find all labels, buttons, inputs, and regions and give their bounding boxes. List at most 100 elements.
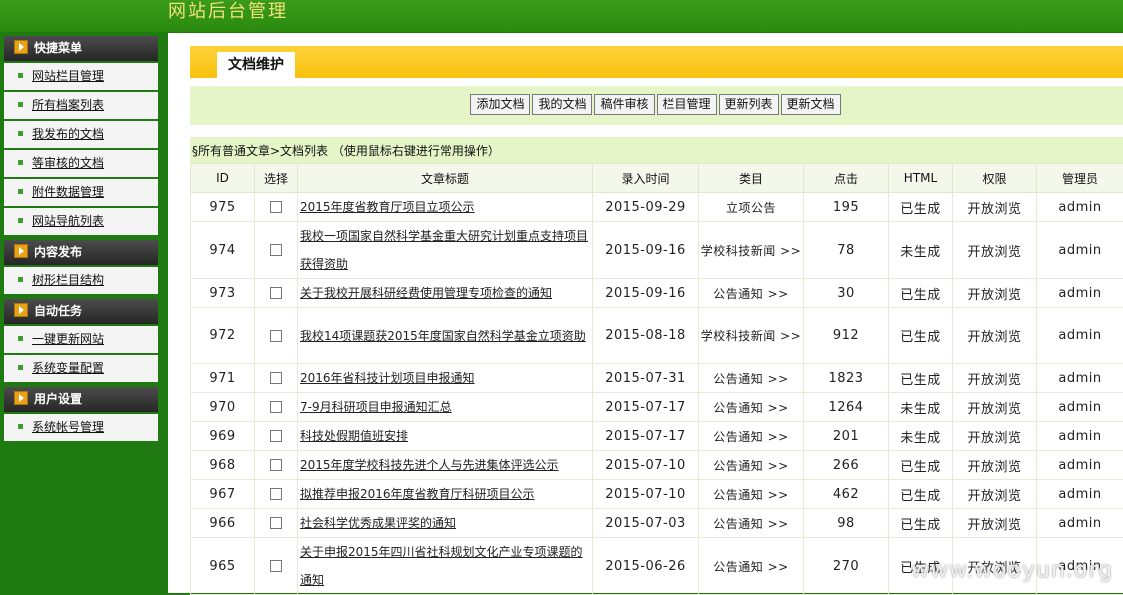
cell-id: 971 xyxy=(191,364,255,393)
cell-title-link[interactable]: 我校一项国家自然科学基金重大研究计划重点支持项目获得资助 xyxy=(298,222,593,279)
cell-title-link-text[interactable]: 我校一项国家自然科学基金重大研究计划重点支持项目获得资助 xyxy=(300,229,588,271)
cell-title-link[interactable]: 科技处假期值班安排 xyxy=(298,422,593,451)
toolbar-button[interactable]: 添加文档 xyxy=(470,94,530,115)
menu-group: 快捷菜单网站栏目管理所有档案列表我发布的文档等审核的文档附件数据管理网站导航列表 xyxy=(4,36,158,237)
cell-title-link[interactable]: 社会科学优秀成果评奖的通知 xyxy=(298,509,593,538)
cell-clicks: 1264 xyxy=(804,393,889,422)
cell-permission-text: 开放浏览 xyxy=(967,402,1021,417)
cell-title-link[interactable]: 拟推荐申报2016年度省教育厅科研项目公示 xyxy=(298,480,593,509)
table-header-row: ID选择文章标题录入时间类目点击HTML权限管理员 xyxy=(191,164,1123,193)
menu-group-header[interactable]: 自动任务 xyxy=(4,299,158,324)
sidebar: 快捷菜单网站栏目管理所有档案列表我发布的文档等审核的文档附件数据管理网站导航列表… xyxy=(4,36,158,446)
cell-date-text: 2015-07-03 xyxy=(605,516,686,531)
cell-clicks: 1823 xyxy=(804,364,889,393)
cell-id-text: 967 xyxy=(209,487,235,502)
row-checkbox[interactable] xyxy=(270,330,282,342)
toolbar-button[interactable]: 我的文档 xyxy=(532,94,592,115)
sidebar-menu-item-label[interactable]: 附件数据管理 xyxy=(32,185,104,199)
cell-clicks-text: 78 xyxy=(837,243,855,258)
sidebar-menu-item[interactable]: 一键更新网站 xyxy=(4,326,158,355)
table-row: 966社会科学优秀成果评奖的通知2015-07-03公告通知 >>98已生成开放… xyxy=(191,509,1123,538)
cell-id-text: 969 xyxy=(209,429,235,444)
row-checkbox[interactable] xyxy=(270,372,282,384)
cell-html-status: 已生成 xyxy=(889,509,953,538)
cell-title-link-text[interactable]: 2016年省科技计划项目申报通知 xyxy=(300,371,475,385)
sidebar-menu-item-label[interactable]: 系统帐号管理 xyxy=(32,420,104,434)
sidebar-menu-item-label[interactable]: 系统变量配置 xyxy=(32,361,104,375)
table-row: 9712016年省科技计划项目申报通知2015-07-31公告通知 >>1823… xyxy=(191,364,1123,393)
cell-category: 公告通知 >> xyxy=(699,538,804,595)
cell-title-link[interactable]: 我校14项课题获2015年度国家自然科学基金立项资助 xyxy=(298,308,593,364)
cell-title-link[interactable]: 2015年度学校科技先进个人与先进集体评选公示 xyxy=(298,451,593,480)
menu-group: 用户设置系统帐号管理 xyxy=(4,387,158,443)
cell-permission: 开放浏览 xyxy=(953,193,1037,222)
cell-title-link[interactable]: 7-9月科研项目申报通知汇总 xyxy=(298,393,593,422)
cell-clicks-text: 1264 xyxy=(828,400,863,415)
cell-title-link[interactable]: 关于我校开展科研经费使用管理专项检查的通知 xyxy=(298,279,593,308)
sidebar-menu-item[interactable]: 网站导航列表 xyxy=(4,208,158,237)
row-checkbox[interactable] xyxy=(270,488,282,500)
sidebar-menu-item[interactable]: 我发布的文档 xyxy=(4,121,158,150)
cell-title-link-text[interactable]: 科技处假期值班安排 xyxy=(300,429,408,443)
toolbar-button[interactable]: 栏目管理 xyxy=(657,94,717,115)
sidebar-menu-item[interactable]: 等审核的文档 xyxy=(4,150,158,179)
sidebar-menu-item-label[interactable]: 所有档案列表 xyxy=(32,98,104,112)
cell-admin: admin xyxy=(1037,193,1123,222)
sidebar-menu-item[interactable]: 网站栏目管理 xyxy=(4,63,158,92)
cell-title-link-text[interactable]: 拟推荐申报2016年度省教育厅科研项目公示 xyxy=(300,487,535,501)
watermark-text: www.wooyun.org xyxy=(911,558,1113,583)
cell-title-link-text[interactable]: 关于申报2015年四川省社科规划文化产业专项课题的通知 xyxy=(300,545,583,587)
row-checkbox[interactable] xyxy=(270,201,282,213)
bullet-icon xyxy=(18,160,23,165)
cell-admin: admin xyxy=(1037,422,1123,451)
row-checkbox[interactable] xyxy=(270,287,282,299)
cell-admin-text: admin xyxy=(1058,371,1101,386)
cell-id: 972 xyxy=(191,308,255,364)
row-checkbox[interactable] xyxy=(270,401,282,413)
cell-category-text: 立项公告 xyxy=(726,201,776,215)
cell-title-link-text[interactable]: 7-9月科研项目申报通知汇总 xyxy=(300,400,452,414)
expand-arrow-icon xyxy=(14,40,28,54)
sidebar-menu-item-label[interactable]: 树形栏目结构 xyxy=(32,273,104,287)
cell-title-link[interactable]: 2015年度省教育厅项目立项公示 xyxy=(298,193,593,222)
cell-category: 公告通知 >> xyxy=(699,422,804,451)
sidebar-menu-item[interactable]: 系统帐号管理 xyxy=(4,414,158,443)
sidebar-menu-item-label[interactable]: 我发布的文档 xyxy=(32,127,104,141)
toolbar-button[interactable]: 更新列表 xyxy=(719,94,779,115)
menu-group-header[interactable]: 内容发布 xyxy=(4,240,158,265)
cell-title-link-text[interactable]: 我校14项课题获2015年度国家自然科学基金立项资助 xyxy=(300,329,586,343)
sidebar-menu-item[interactable]: 所有档案列表 xyxy=(4,92,158,121)
tab-document-maintenance[interactable]: 文档维护 xyxy=(217,52,295,79)
cell-permission: 开放浏览 xyxy=(953,451,1037,480)
cell-category: 公告通知 >> xyxy=(699,480,804,509)
row-checkbox[interactable] xyxy=(270,459,282,471)
cell-title-link-text[interactable]: 2015年度学校科技先进个人与先进集体评选公示 xyxy=(300,458,559,472)
cell-clicks-text: 195 xyxy=(833,200,859,215)
row-checkbox[interactable] xyxy=(270,430,282,442)
cell-clicks: 912 xyxy=(804,308,889,364)
row-checkbox[interactable] xyxy=(270,517,282,529)
cell-title-link-text[interactable]: 关于我校开展科研经费使用管理专项检查的通知 xyxy=(300,286,552,300)
cell-permission: 开放浏览 xyxy=(953,422,1037,451)
cell-title-link[interactable]: 2016年省科技计划项目申报通知 xyxy=(298,364,593,393)
cell-title-link-text[interactable]: 社会科学优秀成果评奖的通知 xyxy=(300,516,456,530)
cell-title-link[interactable]: 关于申报2015年四川省社科规划文化产业专项课题的通知 xyxy=(298,538,593,595)
sidebar-menu-item-label[interactable]: 网站栏目管理 xyxy=(32,69,104,83)
cell-title-link-text[interactable]: 2015年度省教育厅项目立项公示 xyxy=(300,200,475,214)
toolbar-button[interactable]: 稿件审核 xyxy=(594,94,654,115)
sidebar-menu-item[interactable]: 附件数据管理 xyxy=(4,179,158,208)
sidebar-menu-item[interactable]: 系统变量配置 xyxy=(4,355,158,384)
sidebar-menu-item-label[interactable]: 网站导航列表 xyxy=(32,214,104,228)
sidebar-menu-item-label[interactable]: 等审核的文档 xyxy=(32,156,104,170)
sidebar-menu-item[interactable]: 树形栏目结构 xyxy=(4,267,158,296)
cell-select xyxy=(255,364,298,393)
table-row: 967拟推荐申报2016年度省教育厅科研项目公示2015-07-10公告通知 >… xyxy=(191,480,1123,509)
row-checkbox[interactable] xyxy=(270,560,282,572)
toolbar-button[interactable]: 更新文档 xyxy=(781,94,841,115)
menu-group-header[interactable]: 快捷菜单 xyxy=(4,36,158,61)
sidebar-menu-item-label[interactable]: 一键更新网站 xyxy=(32,332,104,346)
menu-group-header[interactable]: 用户设置 xyxy=(4,387,158,412)
cell-permission: 开放浏览 xyxy=(953,279,1037,308)
row-checkbox[interactable] xyxy=(270,244,282,256)
tab-bar: 文档维护 xyxy=(190,46,1123,78)
